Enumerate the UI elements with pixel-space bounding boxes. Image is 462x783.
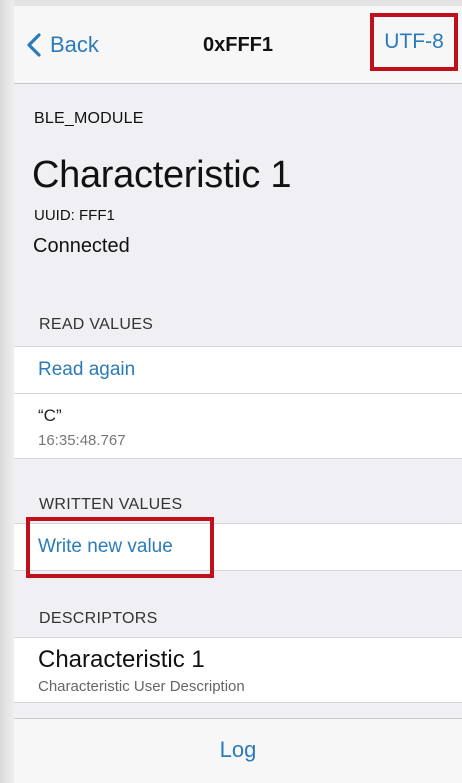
connection-status: Connected: [33, 235, 130, 257]
read-value: “C”: [38, 406, 62, 425]
characteristic-title: Characteristic 1: [32, 154, 292, 196]
back-button[interactable]: Back: [26, 30, 99, 60]
read-again-button[interactable]: Read again: [14, 346, 462, 394]
read-again-label: Read again: [38, 359, 136, 380]
read-values-header: READ VALUES: [39, 316, 154, 333]
characteristic-uuid: UUID: FFF1: [34, 207, 115, 224]
frame-left-edge: [0, 0, 14, 783]
written-values-header: WRITTEN VALUES: [39, 496, 183, 513]
device-name: BLE_MODULE: [34, 110, 144, 127]
back-button-label: Back: [50, 32, 99, 57]
descriptor-subtitle: Characteristic User Description: [38, 678, 245, 695]
device-frame: Back 0xFFF1 UTF-8 BLE_MODULE Characteris…: [0, 0, 462, 783]
encoding-button[interactable]: UTF-8: [370, 13, 458, 71]
log-button[interactable]: Log: [14, 737, 462, 763]
read-value-row: “C” 16:35:48.767: [14, 393, 462, 459]
app-screen: Back 0xFFF1 UTF-8 BLE_MODULE Characteris…: [14, 6, 462, 783]
encoding-label: UTF-8: [384, 30, 444, 53]
write-new-value-label: Write new value: [38, 536, 173, 557]
write-new-value-button[interactable]: Write new value: [14, 523, 462, 571]
chevron-left-icon: [27, 33, 41, 57]
descriptor-row[interactable]: Characteristic 1 Characteristic User Des…: [14, 637, 462, 703]
navigation-bar: Back 0xFFF1 UTF-8: [14, 6, 462, 84]
bottom-toolbar: Log: [14, 718, 462, 783]
read-value-timestamp: 16:35:48.767: [38, 432, 126, 449]
descriptor-title: Characteristic 1: [38, 646, 205, 673]
characteristic-info: BLE_MODULE Characteristic 1 UUID: FFF1 C…: [14, 84, 462, 302]
descriptors-header: DESCRIPTORS: [39, 610, 158, 627]
